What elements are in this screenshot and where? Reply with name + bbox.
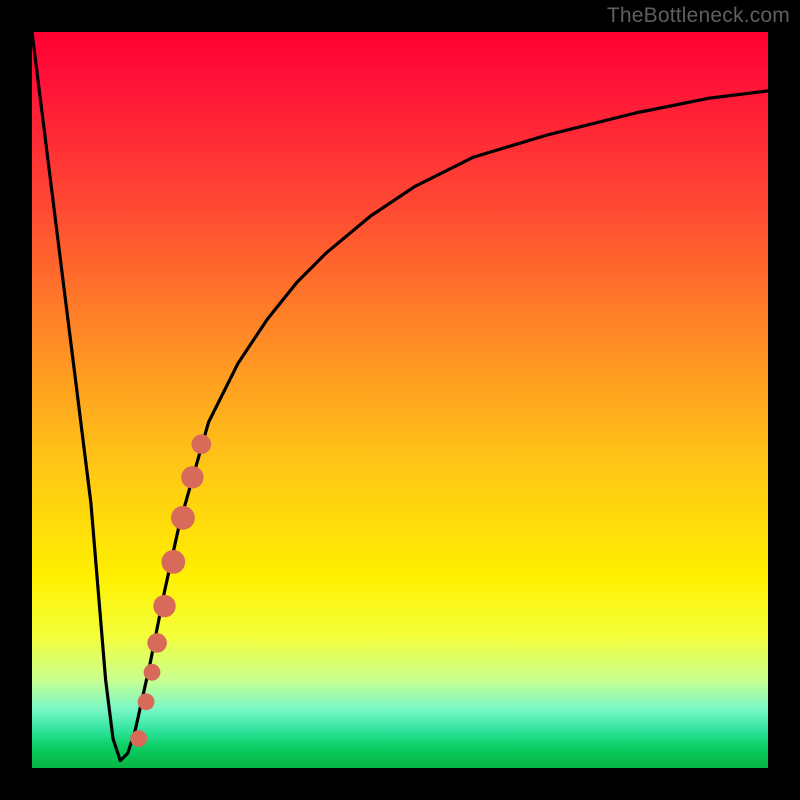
data-point [171,506,195,530]
data-point [192,434,212,454]
watermark-label: TheBottleneck.com [607,4,790,28]
chart-svg [32,32,768,768]
plot-area [32,32,768,768]
data-point [144,664,161,681]
data-point [153,595,175,617]
chart-frame: TheBottleneck.com [0,0,800,800]
data-point [130,730,147,747]
data-point [181,466,203,488]
data-markers [130,434,211,747]
data-point [161,550,185,574]
bottleneck-curve [32,32,768,761]
data-point [147,633,167,653]
data-point [138,693,155,710]
